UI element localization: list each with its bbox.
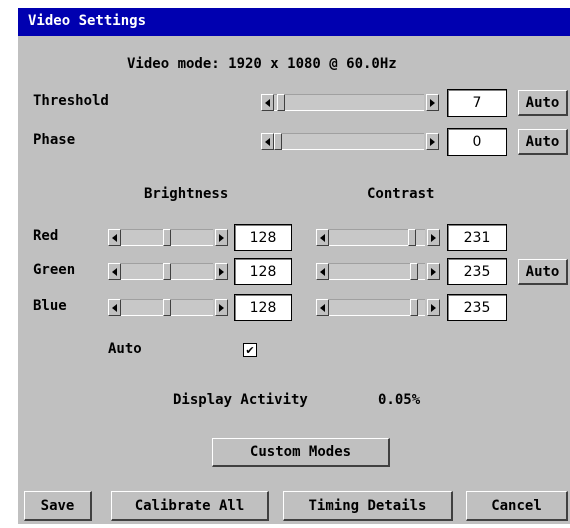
threshold-value-field[interactable]: 7: [447, 89, 507, 117]
blue-brightness-thumb[interactable]: [163, 299, 171, 316]
phase-slider-track[interactable]: [274, 133, 424, 150]
contrast-header: Contrast: [367, 186, 435, 202]
custom-modes-button[interactable]: Custom Modes: [212, 438, 390, 467]
contrast-auto-button[interactable]: Auto: [518, 259, 568, 285]
blue-contrast-increase-arrow-icon[interactable]: [427, 299, 440, 316]
phase-slider-thumb[interactable]: [274, 133, 282, 150]
red-brightness-decrease-arrow-icon[interactable]: [108, 229, 121, 246]
green-label: Green: [33, 262, 76, 278]
green-contrast-thumb[interactable]: [409, 263, 418, 280]
red-contrast-thumb[interactable]: [408, 229, 417, 246]
red-brightness-thumb[interactable]: [163, 229, 171, 246]
title-bar: Video Settings: [18, 8, 570, 36]
green-brightness-decrease-arrow-icon[interactable]: [108, 263, 121, 280]
green-brightness-increase-arrow-icon[interactable]: [215, 263, 228, 280]
phase-decrease-arrow-icon[interactable]: [261, 133, 274, 150]
green-brightness-value[interactable]: 128: [234, 258, 292, 285]
phase-auto-button[interactable]: Auto: [518, 129, 568, 155]
red-label: Red: [33, 228, 59, 244]
threshold-auto-button[interactable]: Auto: [518, 90, 568, 116]
threshold-slider-thumb[interactable]: [276, 94, 285, 111]
threshold-increase-arrow-icon[interactable]: [426, 94, 439, 111]
threshold-label: Threshold: [33, 93, 109, 109]
red-contrast-value[interactable]: 231: [447, 224, 507, 251]
blue-brightness-value[interactable]: 128: [234, 294, 292, 321]
phase-increase-arrow-icon[interactable]: [426, 133, 439, 150]
save-button[interactable]: Save: [24, 491, 92, 521]
green-brightness-thumb[interactable]: [163, 263, 171, 280]
red-brightness-increase-arrow-icon[interactable]: [215, 229, 228, 246]
blue-brightness-decrease-arrow-icon[interactable]: [108, 299, 121, 316]
video-mode-text: Video mode: 1920 x 1080 @ 60.0Hz: [127, 56, 397, 72]
threshold-slider-track[interactable]: [274, 94, 424, 111]
blue-label: Blue: [33, 298, 67, 314]
red-brightness-value[interactable]: 128: [234, 224, 292, 251]
blue-contrast-thumb[interactable]: [409, 299, 418, 316]
red-contrast-decrease-arrow-icon[interactable]: [316, 229, 329, 246]
blue-brightness-increase-arrow-icon[interactable]: [215, 299, 228, 316]
green-contrast-decrease-arrow-icon[interactable]: [316, 263, 329, 280]
display-activity-value: 0.05%: [378, 392, 421, 408]
checkmark-icon: ✔: [245, 343, 255, 357]
blue-contrast-value[interactable]: 235: [447, 294, 507, 321]
window-title: Video Settings: [28, 13, 147, 29]
display-activity-label: Display Activity: [173, 392, 308, 408]
green-contrast-increase-arrow-icon[interactable]: [427, 263, 440, 280]
threshold-decrease-arrow-icon[interactable]: [261, 94, 274, 111]
timing-details-button[interactable]: Timing Details: [283, 491, 453, 521]
video-settings-window: Video Settings Video mode: 1920 x 1080 @…: [18, 8, 570, 524]
auto-checkbox[interactable]: ✔: [243, 343, 257, 357]
calibrate-all-button[interactable]: Calibrate All: [111, 491, 269, 521]
auto-checkbox-label: Auto: [108, 341, 142, 357]
brightness-header: Brightness: [144, 186, 229, 202]
green-contrast-value[interactable]: 235: [447, 258, 507, 285]
phase-value-field[interactable]: 0: [447, 128, 507, 156]
red-contrast-increase-arrow-icon[interactable]: [427, 229, 440, 246]
cancel-button[interactable]: Cancel: [466, 491, 568, 521]
phase-label: Phase: [33, 132, 76, 148]
blue-contrast-decrease-arrow-icon[interactable]: [316, 299, 329, 316]
